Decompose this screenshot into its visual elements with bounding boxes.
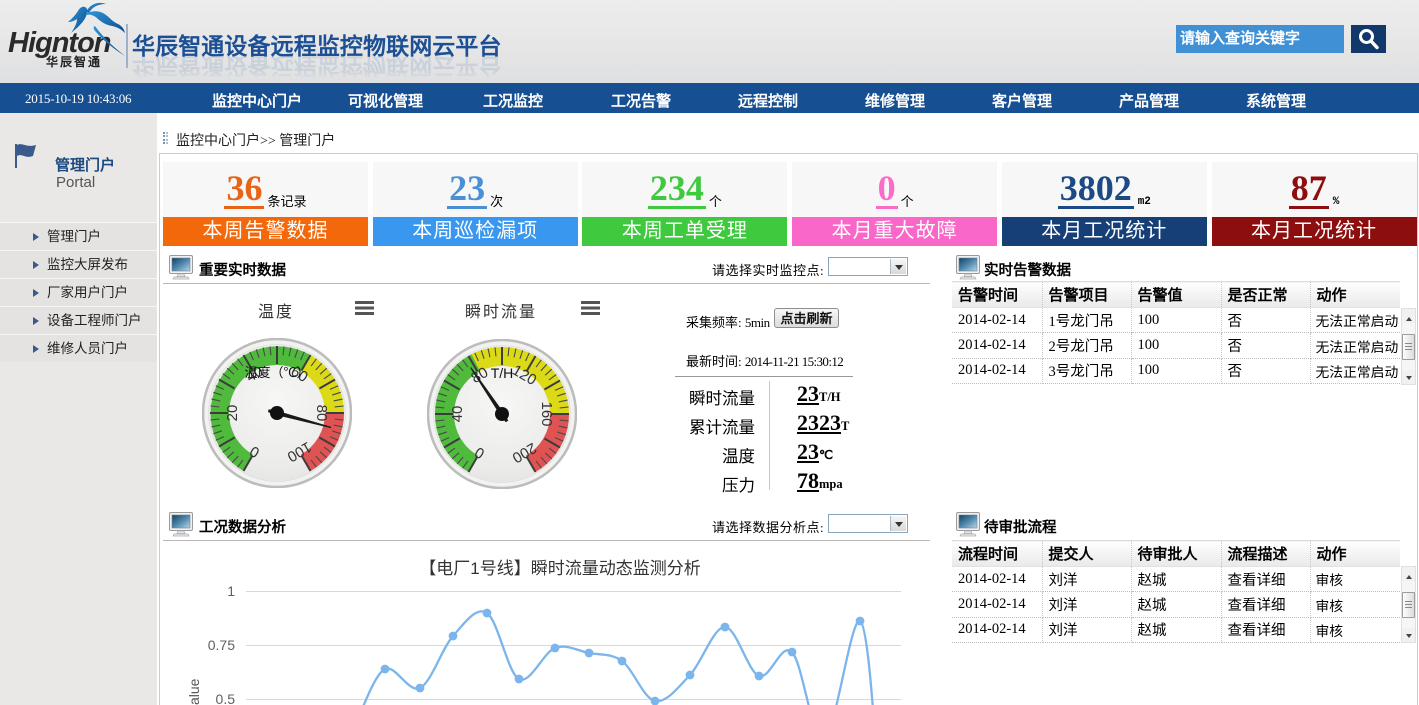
svg-text:40: 40 (449, 406, 466, 423)
svg-text:T/H: T/H (491, 365, 514, 381)
svg-text:温度（℃）: 温度（℃） (244, 365, 309, 380)
svg-text:160: 160 (538, 401, 555, 426)
svg-text:20: 20 (224, 405, 241, 422)
svg-text:80: 80 (313, 405, 330, 422)
